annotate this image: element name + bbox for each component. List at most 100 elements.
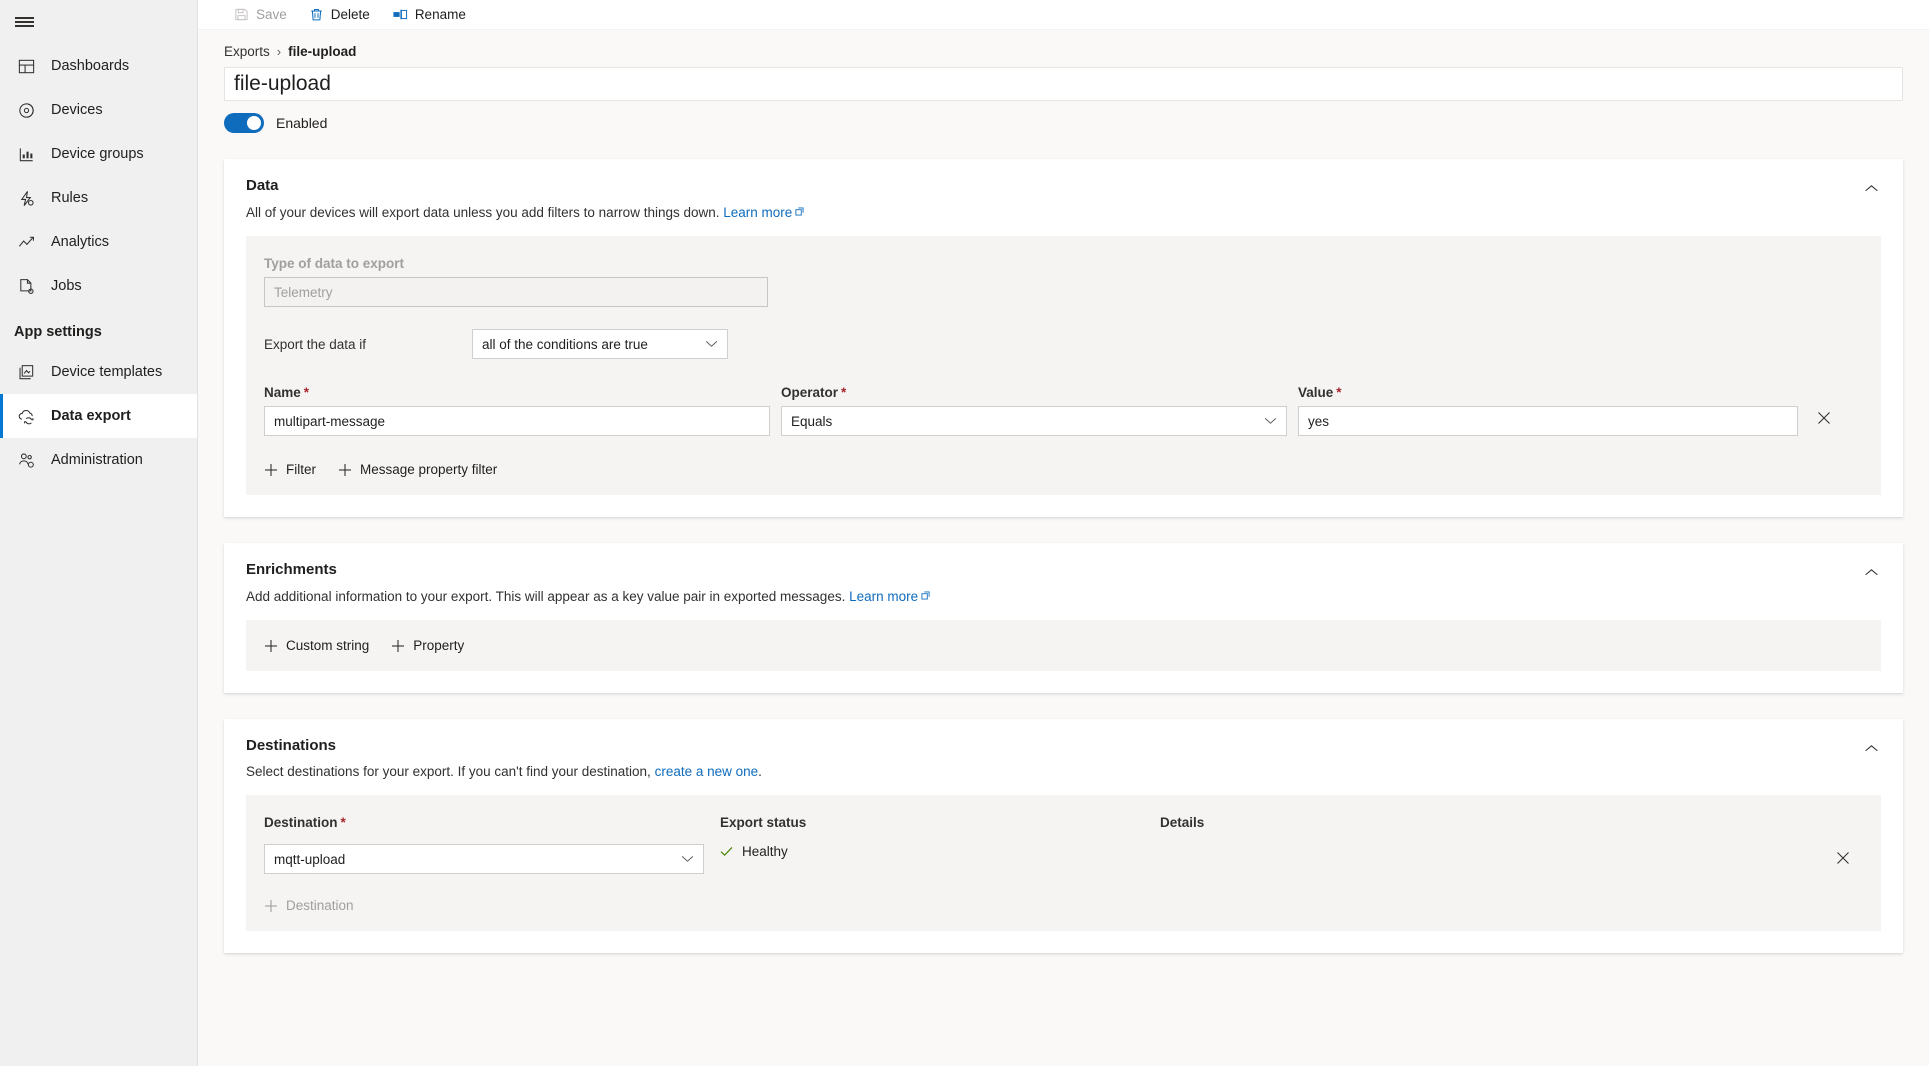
remove-destination-button[interactable] [1823,815,1863,870]
main-content: Save Delete Rename Exports › file-upload… [198,0,1929,1066]
add-message-property-filter-label: Message property filter [360,462,498,477]
destination-row: Destination* mqtt-upload Export status [264,815,1863,874]
export-condition-value: all of the conditions are true [482,336,648,352]
type-of-data-label: Type of data to export [264,256,405,271]
close-icon [1836,851,1850,870]
add-destination-label: Destination [286,898,354,913]
chevron-up-icon [1864,740,1879,758]
export-status-column-header: Export status [720,815,807,830]
export-condition-select[interactable]: all of the conditions are true [472,329,728,359]
destinations-section-card: Destinations Select destinations for you… [224,719,1903,953]
sidebar-item-label: Jobs [51,278,82,294]
sidebar-item-label: Analytics [51,234,110,250]
enrichments-section-collapse-button[interactable] [1857,559,1885,587]
required-asterisk: * [340,815,346,830]
devices-icon [15,99,37,121]
sidebar-item-devices[interactable]: Devices [0,88,197,132]
destinations-description-text: Select destinations for your export. If … [246,764,651,779]
save-icon [234,7,249,22]
hamburger-icon [15,14,34,29]
chevron-down-icon [681,855,694,863]
sidebar-item-administration[interactable]: Administration [0,438,197,482]
command-bar: Save Delete Rename [198,0,1929,30]
sidebar-item-rules[interactable]: Rules [0,176,197,220]
export-condition-label: Export the data if [264,336,367,352]
data-learn-more-link[interactable]: Learn more [723,205,792,220]
delete-button[interactable]: Delete [299,0,380,30]
sidebar: Dashboards Devices Device groups Rules A… [0,0,198,1066]
destinations-panel: Destination* mqtt-upload Export status [246,795,1881,931]
plus-icon [391,639,405,653]
filter-value-label: Value * [1298,385,1798,400]
add-custom-string-label: Custom string [286,638,370,653]
sidebar-item-label: Device templates [51,364,163,380]
destination-add-row: Destination [264,898,1863,913]
sidebar-item-device-templates[interactable]: Device templates [0,350,197,394]
destination-field: Destination * mqtt-upload [264,815,704,874]
device-templates-icon [15,361,37,383]
add-custom-string-button[interactable]: Custom string [264,638,369,653]
data-section-description: All of your devices will export data unl… [246,204,1881,220]
filter-name-label-text: Name [264,385,301,400]
add-destination-button[interactable]: Destination [264,898,354,913]
export-name-input[interactable] [224,67,1903,101]
destinations-section-description: Select destinations for your export. If … [246,764,1881,779]
enrichments-learn-more-link[interactable]: Learn more [849,589,918,604]
breadcrumb-parent[interactable]: Exports [224,44,270,59]
administration-icon [15,449,37,471]
rename-button[interactable]: Rename [382,0,476,30]
hamburger-menu-button[interactable] [0,0,197,44]
add-property-button[interactable]: Property [391,638,464,653]
destinations-description-suffix: . [758,764,762,779]
enrichments-description-text: Add additional information to your expor… [246,589,846,604]
filter-name-input[interactable] [264,406,770,436]
title-row [198,67,1929,101]
delete-icon [309,7,324,22]
scroll-area[interactable]: Exports › file-upload Enabled Data [198,30,1929,1066]
chevron-up-icon [1864,564,1879,582]
add-filter-button[interactable]: Filter [264,462,316,477]
rename-label: Rename [414,7,466,22]
export-status-value: Healthy [720,844,1144,859]
chevron-down-icon [1264,417,1277,425]
rename-icon [392,7,408,22]
sidebar-section-app-settings: App settings [14,324,102,340]
rules-icon [15,187,37,209]
create-destination-link[interactable]: create a new one [655,764,759,779]
sidebar-item-analytics[interactable]: Analytics [0,220,197,264]
check-icon [720,846,733,857]
filter-operator-select[interactable]: Equals [781,406,1287,436]
sidebar-item-label: Devices [51,102,103,118]
destinations-section-collapse-button[interactable] [1857,735,1885,763]
save-button[interactable]: Save [224,0,297,30]
analytics-icon [15,231,37,253]
enabled-toggle-row: Enabled [198,101,1929,133]
filter-operator-value: Equals [791,413,833,429]
sidebar-item-jobs[interactable]: Jobs [0,264,197,308]
add-property-label: Property [413,638,465,653]
remove-filter-button[interactable] [1806,385,1842,430]
enrichments-section-title: Enrichments [246,561,337,578]
filter-name-field: Name * [264,385,770,436]
data-section-collapse-button[interactable] [1857,175,1885,203]
required-asterisk: * [303,385,310,400]
sidebar-item-data-export[interactable]: Data export [0,394,197,438]
destination-column-header: Destination * [264,815,704,830]
chevron-up-icon [1864,180,1879,198]
data-section-card: Data All of your devices will export dat… [224,159,1903,517]
sidebar-item-dashboards[interactable]: Dashboards [0,44,197,88]
save-label: Save [256,7,287,22]
data-filters-panel: Type of data to export Telemetry Export … [246,236,1881,495]
type-of-data-input: Telemetry [264,277,768,307]
filter-row: Name* Operator* Equals [264,385,1863,436]
enabled-toggle[interactable] [224,113,264,133]
destination-select[interactable]: mqtt-upload [264,844,704,874]
required-asterisk: * [1336,385,1342,400]
breadcrumb: Exports › file-upload [198,30,1929,67]
data-export-icon [15,405,37,427]
filter-value-input[interactable] [1298,406,1798,436]
sidebar-item-device-groups[interactable]: Device groups [0,132,197,176]
jobs-icon [15,275,37,297]
sidebar-item-label: Rules [51,190,89,206]
add-message-property-filter-button[interactable]: Message property filter [338,462,497,477]
